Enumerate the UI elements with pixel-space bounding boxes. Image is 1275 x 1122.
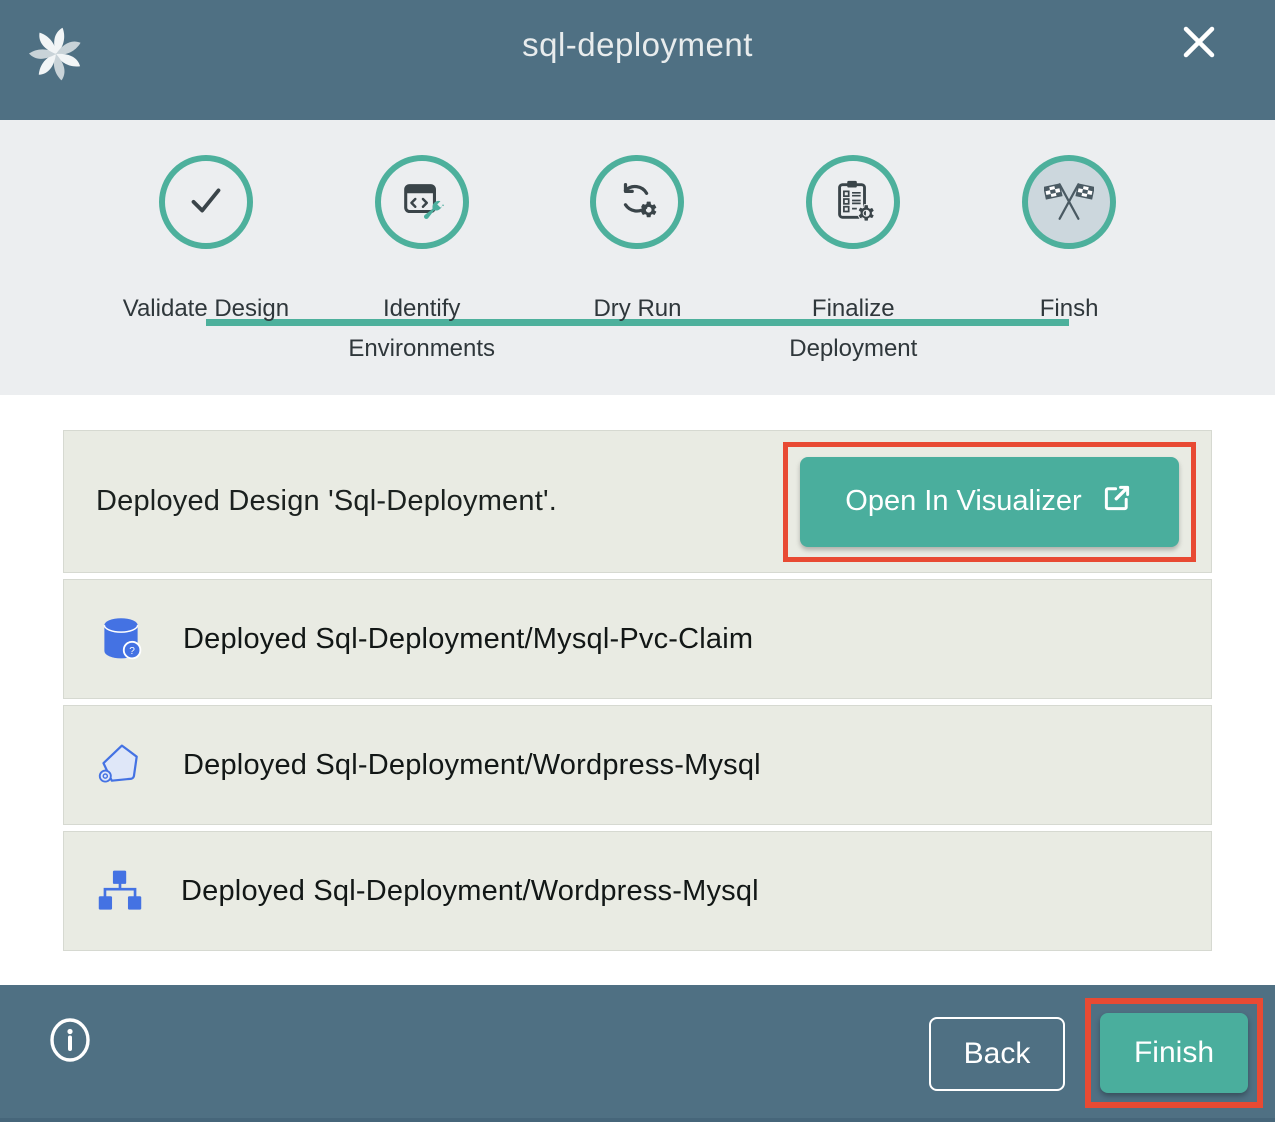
- dialog-title: sql-deployment: [0, 26, 1275, 64]
- pod-icon: [97, 741, 145, 789]
- step-finish: Finsh: [961, 155, 1177, 369]
- code-wrench-icon: [399, 177, 445, 228]
- result-text: Deployed Sql-Deployment/Mysql-Pvc-Claim: [183, 623, 753, 656]
- result-row-wordpress-mysql-topology: Deployed Sql-Deployment/Wordpress-Mysql: [63, 831, 1212, 951]
- step-finalize-deployment: Finalize Deployment: [745, 155, 961, 369]
- finish-button[interactable]: Finish: [1100, 1013, 1248, 1093]
- dialog-footer: Back Finish: [0, 985, 1275, 1122]
- clipboard-gear-icon: [830, 177, 876, 228]
- dialog-header: sql-deployment: [0, 0, 1275, 120]
- deployment-summary-text: Deployed Design 'Sql-Deployment'.: [96, 485, 557, 518]
- step-identify-environments: Identify Environments: [314, 155, 530, 369]
- deployment-stepper: Validate Design Identify Environments: [0, 120, 1275, 395]
- open-in-visualizer-button[interactable]: Open In Visualizer: [800, 457, 1179, 547]
- result-row-wordpress-mysql-pod: Deployed Sql-Deployment/Wordpress-Mysql: [63, 705, 1212, 825]
- back-button[interactable]: Back: [929, 1017, 1065, 1091]
- open-in-new-icon: [1100, 481, 1134, 523]
- svg-text:?: ?: [129, 646, 135, 657]
- database-icon: ?: [97, 615, 145, 663]
- step-label: Dry Run: [593, 289, 681, 329]
- step-validate-design: Validate Design: [98, 155, 314, 369]
- refresh-gear-icon: [614, 177, 660, 228]
- deployment-summary-row: Deployed Design 'Sql-Deployment'. Open I…: [63, 430, 1212, 573]
- topology-icon: [97, 868, 143, 914]
- close-icon[interactable]: [1177, 20, 1221, 64]
- step-label: Identify Environments: [322, 289, 522, 369]
- open-in-visualizer-label: Open In Visualizer: [845, 485, 1081, 518]
- step-label: Validate Design: [123, 289, 289, 329]
- highlight-box-finish: Finish: [1085, 998, 1263, 1108]
- result-row-mysql-pvc-claim: ? Deployed Sql-Deployment/Mysql-Pvc-Clai…: [63, 579, 1212, 699]
- highlight-box-visualizer: Open In Visualizer: [783, 442, 1196, 562]
- checkered-flags-icon: [1044, 175, 1094, 230]
- check-icon: [183, 177, 229, 228]
- step-label: Finalize Deployment: [753, 289, 953, 369]
- result-text: Deployed Sql-Deployment/Wordpress-Mysql: [183, 749, 761, 782]
- step-dry-run: Dry Run: [530, 155, 746, 369]
- step-label: Finsh: [1040, 289, 1099, 329]
- result-text: Deployed Sql-Deployment/Wordpress-Mysql: [181, 875, 759, 908]
- info-icon[interactable]: [48, 1018, 92, 1062]
- deployment-results: Deployed Design 'Sql-Deployment'. Open I…: [0, 395, 1275, 985]
